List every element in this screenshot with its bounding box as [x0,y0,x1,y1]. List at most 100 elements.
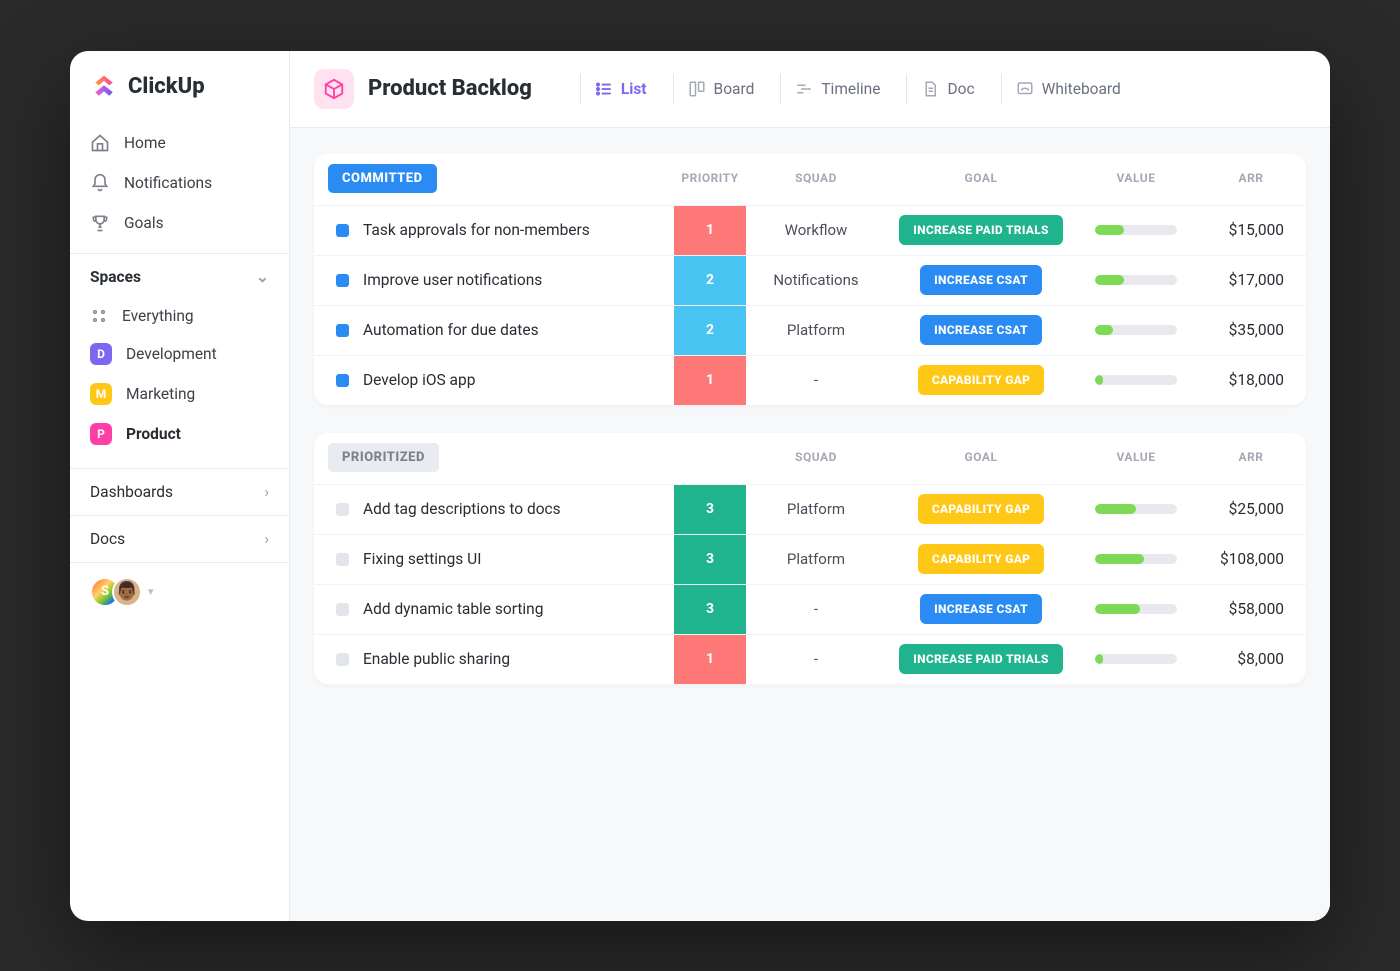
task-row[interactable]: Add tag descriptions to docs 3Platform CAP… [314,484,1306,534]
goal-cell: INCREASE PAID TRIALS [886,215,1076,245]
priority-value[interactable]: 2 [674,306,746,355]
group-label[interactable]: PRIORITIZED [328,443,439,472]
user-avatars[interactable]: S 👨🏾 ▾ [70,563,289,621]
arr-value[interactable]: $17,000 [1196,271,1306,289]
goal-cell: INCREASE CSAT [886,594,1076,624]
main: Product Backlog List Board Timeline Doc [290,51,1330,921]
task-name[interactable]: Automation for due dates [363,321,539,339]
priority-value[interactable]: 3 [674,585,746,634]
nav-dashboards[interactable]: Dashboards › [70,469,289,516]
status-square-icon[interactable] [336,274,349,287]
tab-label: Whiteboard [1042,80,1121,98]
priority-value[interactable]: 2 [674,256,746,305]
priority-value[interactable]: 1 [674,635,746,684]
task-row[interactable]: Improve user notifications 2Notifications… [314,255,1306,305]
status-square-icon[interactable] [336,324,349,337]
value-bar[interactable] [1095,504,1177,514]
value-bar[interactable] [1095,225,1177,235]
nav-docs[interactable]: Docs › [70,516,289,563]
space-marketing[interactable]: M Marketing [80,374,279,414]
value-bar[interactable] [1095,325,1177,335]
squad-value[interactable]: - [746,650,886,668]
app-window: ClickUp Home Notifications Goals [70,51,1330,921]
task-row[interactable]: Develop iOS app 1- CAPABILITY GAP $18,000 [314,355,1306,405]
task-name[interactable]: Develop iOS app [363,371,475,389]
task-row[interactable]: Automation for due dates 2Platform INCREAS… [314,305,1306,355]
tab-timeline[interactable]: Timeline [780,74,884,104]
status-square-icon[interactable] [336,603,349,616]
nav-label: Notifications [124,174,212,192]
space-label: Marketing [126,385,195,403]
nav-home[interactable]: Home [80,123,279,163]
tab-board[interactable]: Board [673,74,759,104]
task-name[interactable]: Fixing settings UI [363,550,481,568]
arr-value[interactable]: $8,000 [1196,650,1306,668]
goal-pill[interactable]: INCREASE CSAT [920,315,1042,345]
arr-value[interactable]: $15,000 [1196,221,1306,239]
arr-value[interactable]: $25,000 [1196,500,1306,518]
col-goal: GOAL [886,171,1076,185]
status-square-icon[interactable] [336,374,349,387]
value-bar[interactable] [1095,375,1177,385]
tab-list[interactable]: List [580,74,651,104]
group-header: PRIORITIZEDSQUADGOALVALUEARR [314,433,1306,484]
cube-icon [314,69,354,109]
value-bar[interactable] [1095,275,1177,285]
goal-pill[interactable]: CAPABILITY GAP [918,494,1044,524]
priority-value[interactable]: 1 [674,356,746,405]
goal-pill[interactable]: CAPABILITY GAP [918,365,1044,395]
squad-value[interactable]: Platform [746,321,886,339]
task-name[interactable]: Add dynamic table sorting [363,600,543,618]
space-everything[interactable]: Everything [80,298,279,334]
docs-label: Docs [90,530,125,548]
task-name[interactable]: Enable public sharing [363,650,510,668]
squad-value[interactable]: - [746,371,886,389]
task-row[interactable]: Enable public sharing 1-INCREASE PAID TRI… [314,634,1306,684]
squad-value[interactable]: Platform [746,500,886,518]
arr-value[interactable]: $108,000 [1196,550,1306,568]
arr-value[interactable]: $18,000 [1196,371,1306,389]
priority-value[interactable]: 1 [674,206,746,255]
nav-notifications[interactable]: Notifications [80,163,279,203]
nav-goals[interactable]: Goals [80,203,279,243]
arr-value[interactable]: $58,000 [1196,600,1306,618]
status-square-icon[interactable] [336,224,349,237]
goal-pill[interactable]: INCREASE CSAT [920,265,1042,295]
value-bar[interactable] [1095,554,1177,564]
squad-value[interactable]: Platform [746,550,886,568]
brand[interactable]: ClickUp [70,51,289,119]
value-bar[interactable] [1095,654,1177,664]
squad-value[interactable]: - [746,600,886,618]
status-square-icon[interactable] [336,653,349,666]
arr-value[interactable]: $35,000 [1196,321,1306,339]
goal-pill[interactable]: CAPABILITY GAP [918,544,1044,574]
tab-doc[interactable]: Doc [906,74,978,104]
task-row[interactable]: Fixing settings UI 3Platform CAPABILITY GA… [314,534,1306,584]
space-product[interactable]: P Product [80,414,279,454]
task-row[interactable]: Task approvals for non-members 1Workflow I… [314,205,1306,255]
view-tabs: List Board Timeline Doc Whiteboard [580,74,1125,104]
status-square-icon[interactable] [336,553,349,566]
space-development[interactable]: D Development [80,334,279,374]
priority-value[interactable]: 3 [674,535,746,584]
goal-pill[interactable]: INCREASE PAID TRIALS [899,215,1063,245]
goal-pill[interactable]: INCREASE CSAT [920,594,1042,624]
value-bar[interactable] [1095,604,1177,614]
squad-value[interactable]: Workflow [746,221,886,239]
priority-value[interactable]: 3 [674,485,746,534]
priority-cell: 2 [674,306,746,355]
tab-label: Board [714,80,755,98]
group-label[interactable]: COMMITTED [328,164,437,193]
space-badge: D [90,343,112,365]
goal-pill[interactable]: INCREASE PAID TRIALS [899,644,1063,674]
tab-whiteboard[interactable]: Whiteboard [1001,74,1125,104]
task-name[interactable]: Task approvals for non-members [363,221,590,239]
task-row[interactable]: Add dynamic table sorting 3- INCREASE CSAT… [314,584,1306,634]
status-square-icon[interactable] [336,503,349,516]
squad-value[interactable]: Notifications [746,271,886,289]
home-icon [90,133,110,153]
task-name[interactable]: Improve user notifications [363,271,542,289]
task-name[interactable]: Add tag descriptions to docs [363,500,561,518]
spaces-header[interactable]: Spaces ⌄ [70,253,289,296]
priority-cell: 1 [674,206,746,255]
